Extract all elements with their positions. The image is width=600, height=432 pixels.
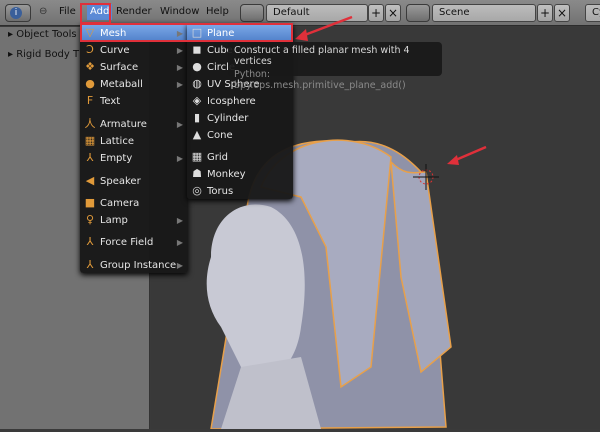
annotation-box-add (80, 3, 111, 24)
submenu-arrow-icon: ▶ (176, 238, 183, 247)
delete-layout-button[interactable]: × (385, 4, 401, 22)
lamp-icon: ♀ (85, 213, 95, 226)
tooltip-python: Python: bpy.ops.mesh.primitive_plane_add… (234, 69, 406, 91)
submenu-arrow-icon: ▶ (176, 63, 183, 72)
menu-item-label: Icosphere (207, 96, 256, 107)
face (206, 204, 305, 380)
armature-icon: 人 (84, 117, 96, 130)
curve-icon: Ↄ (86, 43, 94, 56)
add-menu-item-lamp[interactable]: ♀ Lamp ▶ (80, 212, 188, 229)
submenu-arrow-icon: ▶ (176, 261, 183, 270)
mesh-menu-item-cylinder[interactable]: ▮ Cylinder (187, 110, 293, 127)
add-menu-item-force-field[interactable]: ⅄ Force Field ▶ (80, 234, 188, 251)
submenu-arrow-icon: ▶ (176, 154, 183, 163)
mesh-menu-item-torus[interactable]: ◎ Torus (187, 183, 293, 200)
menu-item-label: Speaker (100, 176, 141, 187)
text-icon: F (86, 94, 94, 107)
lattice-icon: ▦ (84, 134, 96, 147)
add-menu-item-camera[interactable]: ■ Camera (80, 195, 188, 212)
tooltip: Construct a filled planar mesh with 4 ve… (228, 42, 442, 91)
add-menu-item-group-instance[interactable]: ⅄ Group Instance ▶ (80, 257, 188, 274)
menu-item-label: Curve (100, 45, 130, 56)
menu-file[interactable]: File (59, 6, 76, 17)
info-icon: i (10, 7, 22, 19)
menu-window[interactable]: Window (160, 6, 199, 17)
cone-icon: ▲ (192, 128, 202, 141)
add-menu: ▽ Mesh ▶ Ↄ Curve ▶ ❖ Surface ▶ ● Metaball ▶ F Text 人 Ar… (80, 23, 188, 273)
submenu-arrow-icon: ▶ (176, 46, 183, 55)
metaball-icon: ● (85, 77, 95, 90)
menu-item-label: Grid (207, 152, 228, 163)
annotation-box-mesh-plane (80, 23, 293, 42)
scene-field[interactable]: Scene (432, 4, 536, 22)
menu-item-label: Lattice (100, 136, 134, 147)
panel-label: Object Tools (16, 29, 77, 40)
submenu-arrow-icon: ▶ (176, 120, 183, 129)
add-menu-item-curve[interactable]: Ↄ Curve ▶ (80, 42, 188, 59)
menu-item-label: Camera (100, 198, 140, 209)
menu-item-label: Cone (207, 130, 233, 141)
menu-item-label: Metaball (100, 79, 143, 90)
group-instance-icon: ⅄ (86, 258, 94, 271)
scene-icon[interactable] (406, 4, 430, 22)
add-menu-item-surface[interactable]: ❖ Surface ▶ (80, 59, 188, 76)
force-field-icon: ⅄ (86, 235, 94, 248)
cylinder-icon: ▮ (193, 111, 201, 124)
add-scene-button[interactable]: + (537, 4, 553, 22)
menu-item-label: Armature (100, 119, 147, 130)
menu-item-label: Monkey (207, 169, 246, 180)
mesh-menu-item-grid[interactable]: ▦ Grid (187, 149, 293, 166)
menu-item-label: Force Field (100, 237, 154, 248)
add-menu-item-armature[interactable]: 人 Armature ▶ (80, 116, 188, 133)
monkey-icon: ☗ (192, 167, 202, 180)
menu-render[interactable]: Render (116, 6, 152, 17)
mesh-menu-item-cone[interactable]: ▲ Cone (187, 127, 293, 144)
add-menu-item-speaker[interactable]: ◀ Speaker (80, 173, 188, 190)
surface-icon: ❖ (85, 60, 95, 73)
add-menu-item-lattice[interactable]: ▦ Lattice (80, 133, 188, 150)
collapse-icon[interactable]: ⊖ (39, 6, 47, 17)
menu-item-label: Torus (207, 186, 234, 197)
icosphere-icon: ◈ (192, 94, 202, 107)
render-engine-field[interactable]: Cy (585, 4, 600, 22)
delete-scene-button[interactable]: × (554, 4, 570, 22)
menu-help[interactable]: Help (206, 6, 229, 17)
add-menu-item-metaball[interactable]: ● Metaball ▶ (80, 76, 188, 93)
tooltip-description: Construct a filled planar mesh with 4 ve… (234, 45, 410, 67)
add-layout-button[interactable]: + (368, 4, 384, 22)
screen-layout-icon[interactable] (240, 4, 264, 22)
empty-icon: ⅄ (86, 151, 94, 164)
add-menu-item-empty[interactable]: ⅄ Empty ▶ (80, 150, 188, 167)
menu-item-label: Cylinder (207, 113, 249, 124)
menu-item-label: Empty (100, 153, 133, 164)
submenu-arrow-icon: ▶ (176, 216, 183, 225)
annotation-arrow-plane (295, 15, 353, 41)
cube-icon: ◼ (192, 43, 202, 56)
submenu-arrow-icon: ▶ (176, 80, 183, 89)
menu-item-label: Group Instance (100, 260, 177, 271)
menu-item-label: Surface (100, 62, 139, 73)
menu-item-label: Lamp (100, 215, 128, 226)
circle-icon: ● (192, 60, 202, 73)
add-menu-item-text[interactable]: F Text (80, 93, 188, 110)
camera-icon: ■ (84, 196, 96, 209)
grid-icon: ▦ (191, 150, 203, 163)
panel-rigid-body-tools[interactable]: ▸ Rigid Body T (8, 49, 79, 60)
speaker-icon: ◀ (85, 174, 95, 187)
editor-type-button[interactable]: i (5, 4, 31, 22)
mesh-menu-item-monkey[interactable]: ☗ Monkey (187, 166, 293, 183)
panel-object-tools[interactable]: ▸ Object Tools (8, 29, 77, 40)
torus-icon: ◎ (192, 184, 202, 197)
mesh-menu-item-icosphere[interactable]: ◈ Icosphere (187, 93, 293, 110)
panel-label: Rigid Body T (16, 49, 80, 60)
uv-sphere-icon: ◍ (192, 77, 202, 90)
menu-item-label: Text (100, 96, 121, 107)
